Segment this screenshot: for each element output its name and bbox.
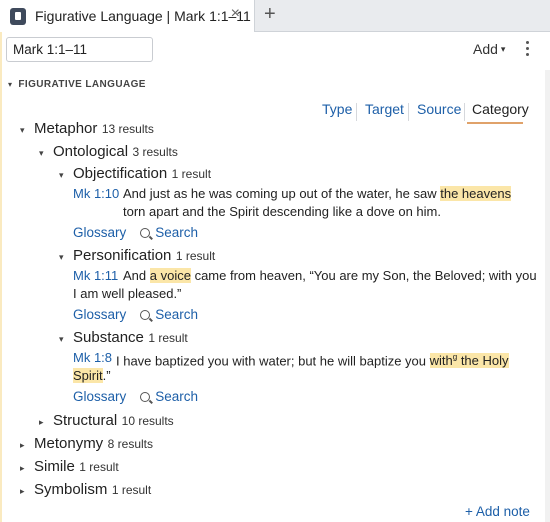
search-icon [140,228,151,238]
filter-divider [464,103,465,121]
tree-node-substance[interactable]: ▾ Substance 1 result [59,329,188,347]
search-link[interactable]: Search [155,389,198,404]
glossary-link[interactable]: Glossary [73,307,126,322]
add-button-label: Add [473,41,498,57]
chevron-down-icon: ▾ [39,148,44,158]
verse-reference-link[interactable]: Mk 1:10 [73,186,119,201]
section-title: FIGURATIVE LANGUAGE [18,79,146,90]
verse-text: And just as he was coming up out of the … [123,185,543,221]
chevron-right-icon: ▸ [20,486,25,496]
filter-category[interactable]: Category [472,101,529,117]
search-link[interactable]: Search [155,307,198,322]
node-count: 1 result [175,249,216,263]
node-label: Metaphor [34,120,98,137]
document-icon [10,7,26,25]
search-icon [140,392,151,402]
node-count: 1 result [111,483,152,497]
tab-bar: Figurative Language | Mark 1:1–11 × + [0,0,550,32]
active-filter-underline [467,122,523,124]
highlighted-phrase: Spirit [73,368,103,383]
verse-reference-link[interactable]: Mk 1:8 [73,350,112,365]
verse-text-part: .” [102,368,111,383]
node-label: Symbolism [34,481,108,498]
chevron-down-icon: ▾ [59,252,64,262]
chevron-down-icon: ▾ [20,125,25,135]
node-count: 10 results [121,414,174,428]
more-options-icon[interactable] [525,41,531,59]
toolbar: Add▾ [0,32,550,68]
tree-node-simile[interactable]: ▸ Simile 1 result [20,458,119,476]
verse-text-part: And [123,268,150,283]
node-label: Structural [53,412,118,429]
chevron-down-icon: ▾ [59,170,64,180]
node-label: Metonymy [34,435,104,452]
tree-node-ontological[interactable]: ▾ Ontological 3 results [39,143,178,161]
tree-node-metaphor[interactable]: ▾ Metaphor 13 results [20,120,154,138]
verse-text-part: came from heaven, “You are my Son, the B… [190,268,537,283]
add-button[interactable]: Add ▾ [473,41,505,57]
verse-text-part: And just as he was coming up out of the … [123,186,441,201]
reference-input[interactable] [6,37,153,62]
node-count: 1 result [171,167,212,181]
node-count: 1 result [79,460,119,474]
node-count: 13 results [101,122,154,136]
chevron-down-icon: ▾ [59,334,64,344]
filter-divider [356,103,357,121]
filter-divider [408,103,409,121]
node-label: Substance [73,329,144,346]
verse-reference-link[interactable]: Mk 1:11 [73,268,118,283]
node-label: Simile [34,458,75,475]
add-tab-icon[interactable]: + [264,3,276,26]
result-actions: Glossary Search [73,389,198,404]
window-edge [0,0,2,522]
filter-type[interactable]: Type [322,101,352,117]
chevron-right-icon: ▸ [20,463,25,473]
node-label: Ontological [53,143,129,160]
chevron-right-icon: ▸ [20,440,25,450]
tree-node-structural[interactable]: ▸ Structural 10 results [39,412,174,430]
filter-target[interactable]: Target [365,101,404,117]
verse-text-wrap: Spirit.” [73,367,533,385]
chevron-down-icon: ▾ [8,80,13,89]
search-link[interactable]: Search [155,225,198,240]
node-count: 1 result [148,331,188,345]
verse-text: And a voice came from heaven, “You are m… [123,267,543,285]
tree-node-personification[interactable]: ▾ Personification 1 result [59,247,215,265]
glossary-link[interactable]: Glossary [73,389,126,404]
highlighted-phrase: a voice [149,268,191,283]
node-label: Personification [73,247,172,264]
tree-node-metonymy[interactable]: ▸ Metonymy 8 results [20,435,153,453]
add-note-button[interactable]: + Add note [465,504,530,519]
close-icon[interactable]: × [231,5,240,23]
result-actions: Glossary Search [73,225,198,240]
node-count: 8 results [107,437,153,451]
search-icon [140,310,151,320]
tab-title: Figurative Language | Mark 1:1–11 [35,8,251,24]
tab-figurative-language[interactable]: Figurative Language | Mark 1:1–11 × [0,0,255,32]
verse-text-part: I am well pleased.” [73,286,182,301]
node-count: 3 results [132,145,178,159]
tree-node-symbolism[interactable]: ▸ Symbolism 1 result [20,481,151,499]
scrollbar[interactable] [545,70,550,522]
section-header[interactable]: ▾ FIGURATIVE LANGUAGE [8,79,146,90]
verse-text-wrap: I am well pleased.” [73,285,533,303]
chevron-right-icon: ▸ [39,417,44,427]
tree-node-objectification[interactable]: ▾ Objectification 1 result [59,165,211,183]
filter-source[interactable]: Source [417,101,461,117]
highlighted-phrase: the heavens [440,186,512,201]
node-label: Objectification [73,165,168,182]
glossary-link[interactable]: Glossary [73,225,126,240]
verse-text-part: torn apart and the Spirit descending lik… [123,204,441,219]
result-actions: Glossary Search [73,307,198,322]
chevron-down-icon: ▾ [500,44,506,54]
